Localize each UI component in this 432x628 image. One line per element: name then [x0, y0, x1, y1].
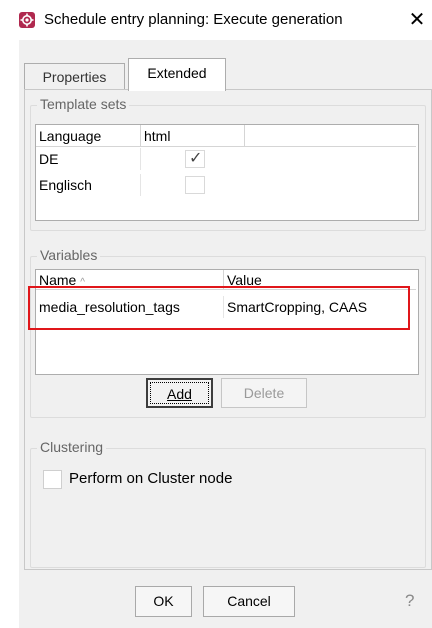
template-sets-legend: Template sets	[37, 96, 130, 112]
name-header-label: Name	[39, 272, 77, 288]
column-header-name[interactable]: Name ^	[36, 270, 224, 290]
variable-value-cell[interactable]: SmartCropping, CAAS	[224, 296, 416, 318]
html-checkbox-de[interactable]: ✓	[185, 150, 205, 168]
add-button[interactable]: Add	[146, 378, 213, 408]
app-icon	[19, 12, 35, 28]
ok-button[interactable]: OK	[135, 586, 192, 617]
delete-button[interactable]: Delete	[221, 378, 307, 408]
variable-name-cell[interactable]: media_resolution_tags	[36, 296, 224, 318]
clustering-legend: Clustering	[37, 439, 107, 455]
cancel-button[interactable]: Cancel	[203, 586, 295, 617]
help-icon[interactable]: ?	[405, 591, 414, 611]
add-button-label: Add	[167, 386, 192, 402]
clustering-group	[30, 448, 426, 568]
title-bar: Schedule entry planning: Execute generat…	[0, 0, 432, 40]
window-title: Schedule entry planning: Execute generat…	[44, 11, 343, 28]
cluster-node-label[interactable]: Perform on Cluster node	[69, 470, 232, 487]
close-icon[interactable]: ✕	[404, 6, 430, 34]
table-row-language[interactable]: DE	[36, 148, 141, 170]
delete-button-label: Delete	[243, 385, 285, 401]
variables-legend: Variables	[37, 247, 101, 263]
sort-ascending-icon: ^	[80, 277, 85, 288]
gear-icon	[20, 13, 34, 27]
column-header-filler	[245, 125, 416, 147]
tab-properties[interactable]: Properties	[24, 63, 125, 90]
column-header-value[interactable]: Value	[224, 270, 416, 290]
template-sets-table: Language html DE ✓ Englisch	[35, 124, 419, 221]
cluster-node-checkbox[interactable]	[43, 470, 62, 489]
variables-table: Name ^ Value media_resolution_tags Smart…	[35, 269, 419, 375]
column-header-html[interactable]: html	[141, 125, 245, 147]
table-row-language[interactable]: Englisch	[36, 174, 141, 196]
tab-extended[interactable]: Extended	[128, 58, 226, 91]
column-header-language[interactable]: Language	[36, 125, 141, 147]
html-checkbox-englisch[interactable]	[185, 176, 205, 194]
checkmark-icon: ✓	[189, 150, 203, 167]
